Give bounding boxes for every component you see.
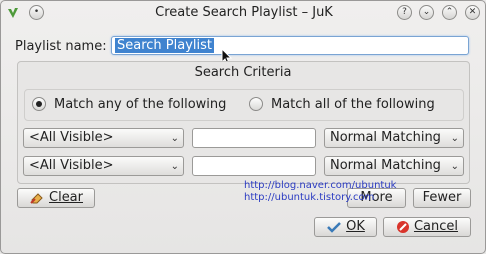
eraser-icon — [30, 192, 43, 204]
clear-label: Clear — [49, 190, 83, 205]
fewer-label: Fewer — [422, 190, 462, 205]
dialog-window: • Create Search Playlist – JuK ? ⌄ ⌃ ✕ P… — [0, 0, 486, 254]
criteria-field-combo-2[interactable]: <All Visible> ⌄ — [23, 156, 184, 176]
playlist-name-value: Search Playlist — [115, 38, 214, 53]
maximize-button[interactable]: ⌃ — [442, 5, 457, 20]
playlist-name-input[interactable]: Search Playlist — [111, 36, 469, 55]
close-button[interactable]: ✕ — [465, 5, 480, 20]
checkmark-icon — [327, 221, 341, 233]
chevron-down-icon: ⌄ — [450, 133, 459, 144]
criteria-field-value: <All Visible> — [29, 158, 114, 173]
match-any-radio[interactable] — [32, 97, 46, 111]
criteria-mode-value: Normal Matching — [330, 158, 441, 173]
match-any-label[interactable]: Match any of the following — [54, 97, 226, 112]
criteria-field-combo-1[interactable]: <All Visible> ⌄ — [23, 128, 184, 148]
criteria-mode-combo-1[interactable]: Normal Matching ⌄ — [324, 128, 464, 148]
cancel-icon — [396, 220, 409, 233]
fewer-button[interactable]: Fewer — [413, 188, 471, 208]
ok-label: OK — [346, 219, 365, 234]
criteria-text-input-1[interactable] — [192, 128, 316, 148]
help-button[interactable]: ? — [397, 5, 412, 20]
criteria-mode-combo-2[interactable]: Normal Matching ⌄ — [324, 156, 464, 176]
radio-selected-dot — [36, 101, 42, 107]
watermark-url-1: http://blog.naver.com/ubuntuk — [244, 180, 397, 191]
cancel-label: Cancel — [413, 219, 459, 234]
watermark-url-2: http://ubuntuk.tistory.com — [244, 192, 375, 203]
chevron-down-icon: ⌄ — [450, 161, 459, 172]
ok-button[interactable]: OK — [314, 217, 377, 237]
minimize-button[interactable]: ⌄ — [419, 5, 434, 20]
criteria-text-input-2[interactable] — [192, 156, 316, 176]
chevron-down-icon: ⌄ — [170, 161, 179, 172]
chevron-down-icon: ⌄ — [170, 133, 179, 144]
search-criteria-title: Search Criteria — [194, 65, 292, 80]
window-title: Create Search Playlist – JuK — [155, 5, 333, 20]
criteria-mode-value: Normal Matching — [330, 130, 441, 145]
title-bar[interactable]: • Create Search Playlist – JuK ? ⌄ ⌃ ✕ — [1, 1, 486, 26]
match-all-label[interactable]: Match all of the following — [271, 97, 435, 112]
clear-button[interactable]: Clear — [17, 188, 95, 208]
cancel-button[interactable]: Cancel — [383, 217, 471, 237]
playlist-name-label: Playlist name: — [15, 39, 107, 54]
match-all-radio[interactable] — [249, 97, 263, 111]
criteria-field-value: <All Visible> — [29, 130, 114, 145]
